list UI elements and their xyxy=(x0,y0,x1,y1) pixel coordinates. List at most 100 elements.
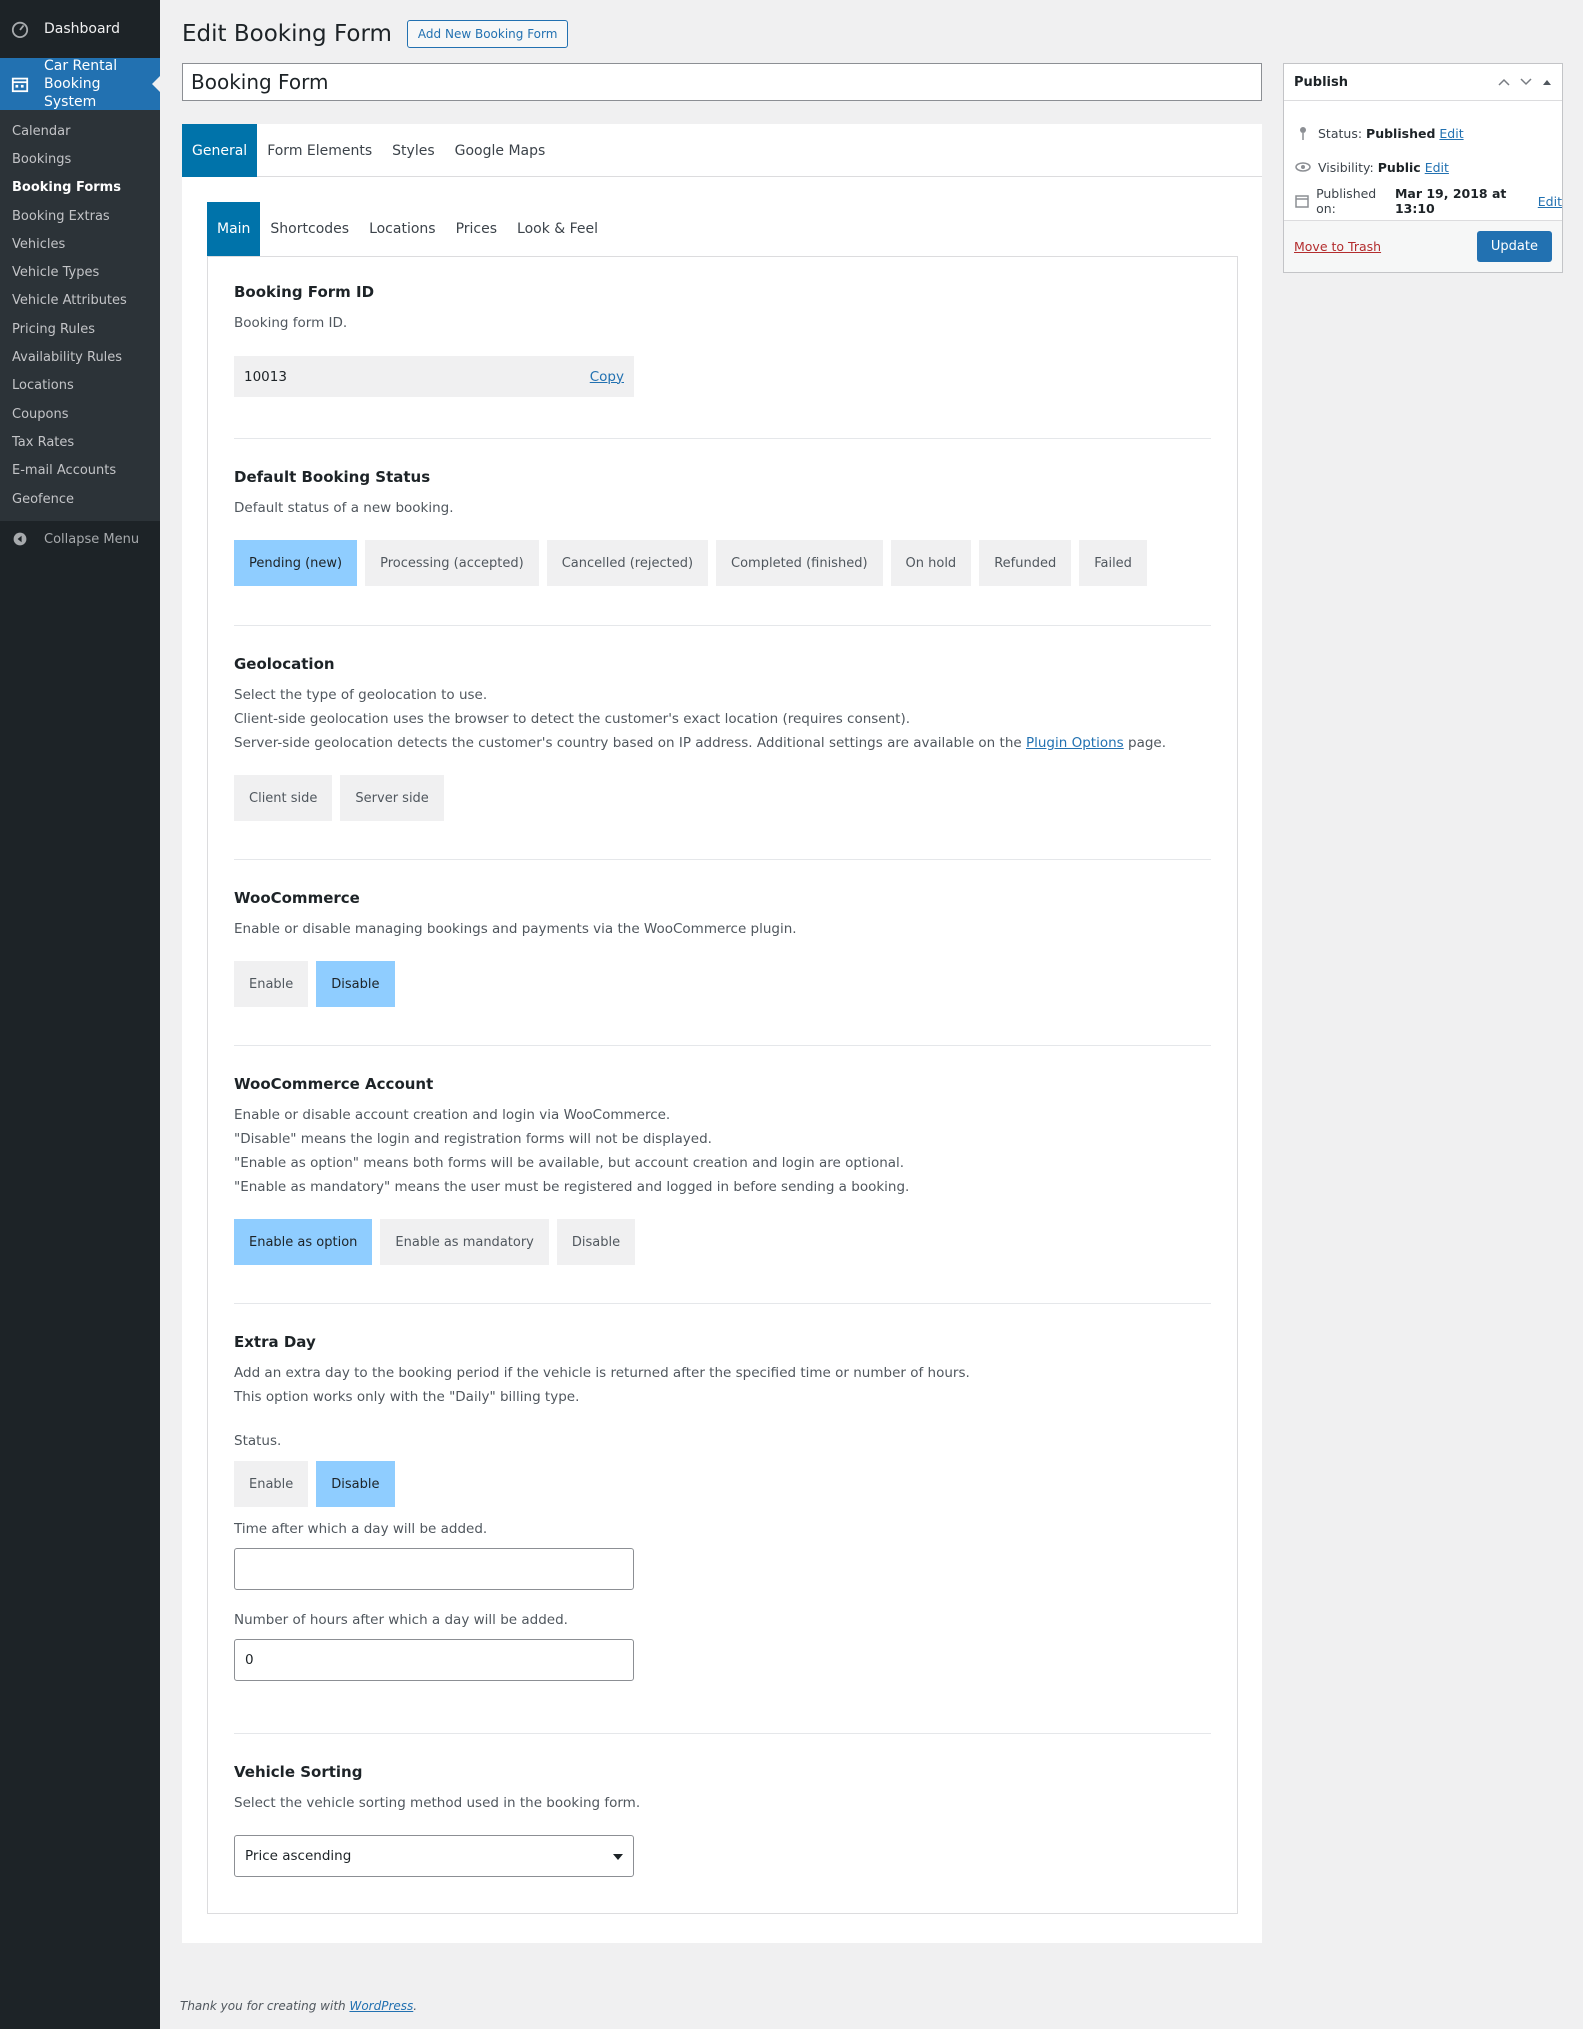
status-option-failed[interactable]: Failed xyxy=(1079,540,1147,586)
section-title: Vehicle Sorting xyxy=(234,1763,363,1781)
visibility-value: Public xyxy=(1377,159,1421,175)
woo-account-option-enable-as-mandatory[interactable]: Enable as mandatory xyxy=(380,1219,549,1265)
publish-date-row: Published on: Mar 19, 2018 at 13:10 Edit xyxy=(1284,184,1562,218)
geo-option-server-side[interactable]: Server side xyxy=(340,775,444,821)
publish-title: Publish xyxy=(1294,74,1348,90)
woo-account-option-disable[interactable]: Disable xyxy=(556,1219,636,1265)
menu-car-rental[interactable]: Car Rental Booking System xyxy=(0,58,160,110)
geo-desc-line-3: Server-side geolocation detects the cust… xyxy=(234,731,1211,755)
status-option-refunded[interactable]: Refunded xyxy=(979,540,1072,586)
edit-visibility-link[interactable]: Edit xyxy=(1425,160,1449,175)
section-desc: Select the vehicle sorting method used i… xyxy=(234,1795,641,1811)
admin-sidebar: Dashboard Car Rental Booking System Cale… xyxy=(0,0,160,2029)
extra-day-time-input[interactable] xyxy=(234,1548,634,1590)
submenu-item-vehicle-types[interactable]: Vehicle Types xyxy=(0,258,160,286)
footer-text: Thank you for creating with xyxy=(180,1999,350,2013)
booking-form-id-value: 10013 xyxy=(244,368,287,385)
status-option-pending[interactable]: Pending (new) xyxy=(234,540,358,586)
visibility-label: Visibility: xyxy=(1318,159,1374,175)
menu-dashboard[interactable]: Dashboard xyxy=(0,0,160,58)
tab-form-elements[interactable]: Form Elements xyxy=(257,124,382,177)
submenu: Calendar Bookings Booking Forms Booking … xyxy=(0,110,160,522)
submenu-item-calendar[interactable]: Calendar xyxy=(0,117,160,145)
collapse-menu-label: Collapse Menu xyxy=(44,531,140,547)
woo-option-enable[interactable]: Enable xyxy=(234,961,309,1007)
section-desc: Enable or disable managing bookings and … xyxy=(234,921,797,937)
geo-option-client-side[interactable]: Client side xyxy=(234,775,333,821)
calendar-icon xyxy=(10,75,30,93)
booking-form-id-box: 10013 Copy xyxy=(234,356,634,397)
section-desc: Default status of a new booking. xyxy=(234,500,454,516)
subtab-main[interactable]: Main xyxy=(207,202,261,256)
dashboard-icon xyxy=(10,20,30,38)
tab-general[interactable]: General xyxy=(182,124,258,177)
post-title-input[interactable]: Booking Form xyxy=(182,63,1262,101)
wordpress-link[interactable]: WordPress xyxy=(349,1999,413,2013)
add-new-booking-form-button[interactable]: Add New Booking Form xyxy=(406,20,569,48)
collapse-menu-button[interactable]: Collapse Menu xyxy=(0,521,160,557)
status-option-on-hold[interactable]: On hold xyxy=(890,540,972,586)
extra-day-option-disable[interactable]: Disable xyxy=(316,1461,395,1507)
subtab-look-and-feel[interactable]: Look & Feel xyxy=(507,202,608,256)
status-value: Published xyxy=(1366,125,1436,141)
section-title: Booking Form ID xyxy=(234,283,375,301)
submenu-item-availability-rules[interactable]: Availability Rules xyxy=(0,343,160,371)
extra-day-time-label: Time after which a day will be added. xyxy=(234,1521,488,1537)
vehicle-sorting-selected: Price ascending xyxy=(245,1848,352,1864)
copy-link[interactable]: Copy xyxy=(590,369,624,385)
tab-google-maps[interactable]: Google Maps xyxy=(445,124,556,177)
geo-desc-line-2: Client-side geolocation uses the browser… xyxy=(234,711,911,727)
woo-account-line-3: "Enable as option" means both forms will… xyxy=(234,1155,905,1171)
vehicle-sorting-select[interactable]: Price ascending xyxy=(234,1835,634,1877)
edit-status-link[interactable]: Edit xyxy=(1439,126,1463,141)
subtab-locations[interactable]: Locations xyxy=(359,202,446,256)
move-down-icon[interactable] xyxy=(1520,75,1532,89)
section-title: WooCommerce Account xyxy=(234,1075,434,1093)
subtab-shortcodes[interactable]: Shortcodes xyxy=(260,202,359,256)
submenu-item-geofence[interactable]: Geofence xyxy=(0,485,160,513)
section-vehicle-sorting: Vehicle Sorting Select the vehicle sorti… xyxy=(234,1734,1211,1877)
geo-options: Client side Server side xyxy=(234,775,1211,821)
toggle-panel-icon[interactable] xyxy=(1542,75,1552,89)
tab-styles[interactable]: Styles xyxy=(382,124,444,177)
collapse-icon xyxy=(10,531,30,547)
submenu-item-email-accounts[interactable]: E-mail Accounts xyxy=(0,457,160,485)
update-button[interactable]: Update xyxy=(1476,231,1552,262)
status-option-completed[interactable]: Completed (finished) xyxy=(716,540,883,586)
section-title: Geolocation xyxy=(234,655,335,673)
extra-day-hours-input[interactable]: 0 xyxy=(234,1639,634,1681)
submenu-item-coupons[interactable]: Coupons xyxy=(0,400,160,428)
submenu-item-tax-rates[interactable]: Tax Rates xyxy=(0,428,160,456)
subtab-prices[interactable]: Prices xyxy=(446,202,507,256)
submenu-item-vehicles[interactable]: Vehicles xyxy=(0,230,160,258)
submenu-item-pricing-rules[interactable]: Pricing Rules xyxy=(0,315,160,343)
admin-footer: Thank you for creating with WordPress. xyxy=(180,1999,417,2013)
page-title-row: Edit Booking Form Add New Booking Form xyxy=(182,20,569,48)
geo-desc-text: Server-side geolocation detects the cust… xyxy=(234,735,1026,751)
submenu-item-vehicle-attributes[interactable]: Vehicle Attributes xyxy=(0,287,160,315)
status-option-cancelled[interactable]: Cancelled (rejected) xyxy=(546,540,709,586)
woo-option-disable[interactable]: Disable xyxy=(316,961,395,1007)
submenu-item-booking-forms[interactable]: Booking Forms xyxy=(0,174,160,202)
eye-icon xyxy=(1294,162,1312,172)
move-to-trash-link[interactable]: Move to Trash xyxy=(1294,239,1381,254)
section-desc: Booking form ID. xyxy=(234,315,348,331)
section-woocommerce: WooCommerce Enable or disable managing b… xyxy=(234,860,1211,1046)
sub-tabs: Main Shortcodes Locations Prices Look & … xyxy=(207,202,1238,256)
woo-account-option-enable-as-option[interactable]: Enable as option xyxy=(234,1219,373,1265)
publish-actions: Move to Trash Update xyxy=(1284,220,1562,272)
extra-day-option-enable[interactable]: Enable xyxy=(234,1461,309,1507)
section-title: Extra Day xyxy=(234,1333,316,1351)
extra-day-status-options: Enable Disable xyxy=(234,1461,1211,1507)
general-tab-content: Main Shortcodes Locations Prices Look & … xyxy=(207,202,1238,1914)
move-up-icon[interactable] xyxy=(1498,75,1510,89)
woo-account-options: Enable as option Enable as mandatory Dis… xyxy=(234,1219,1211,1265)
edit-date-link[interactable]: Edit xyxy=(1538,194,1562,209)
submenu-item-bookings[interactable]: Bookings xyxy=(0,145,160,173)
submenu-item-locations[interactable]: Locations xyxy=(0,372,160,400)
status-option-processing[interactable]: Processing (accepted) xyxy=(365,540,539,586)
extra-day-line-1: Add an extra day to the booking period i… xyxy=(234,1365,970,1381)
plugin-options-link[interactable]: Plugin Options xyxy=(1026,735,1124,751)
submenu-item-booking-extras[interactable]: Booking Extras xyxy=(0,202,160,230)
main-panel: Booking Form ID Booking form ID. 10013 C… xyxy=(207,256,1238,1914)
